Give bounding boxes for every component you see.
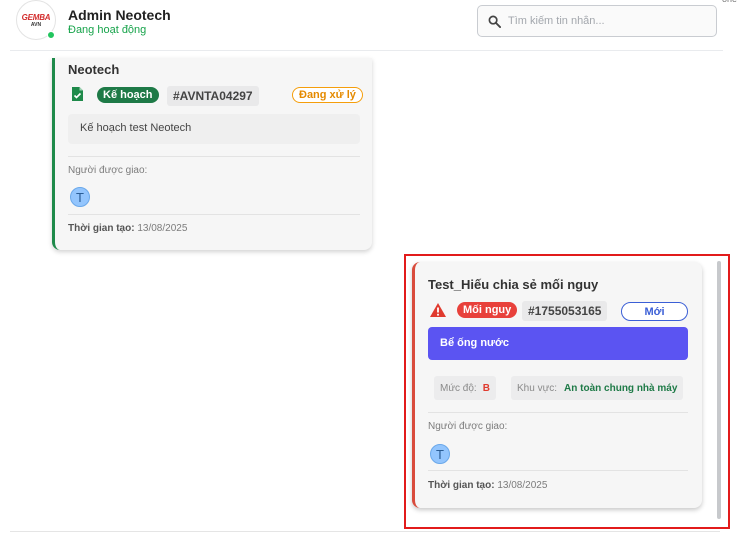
assignee-avatar[interactable]: T: [70, 187, 90, 207]
assignee-label: Người được giao:: [68, 165, 148, 176]
document-check-icon: [72, 87, 83, 101]
created-label: Thời gian tạo:: [428, 480, 495, 491]
scrollbar[interactable]: [717, 261, 721, 519]
search-input[interactable]: [508, 15, 698, 27]
task-id: #1755053165: [522, 301, 608, 321]
divider: [428, 470, 688, 471]
created-date: 13/08/2025: [497, 480, 548, 491]
contact-name: Admin Neotech: [68, 7, 171, 23]
severity-chip: Mức độ: B: [434, 376, 496, 400]
area-value: An toàn chung nhà máy: [564, 382, 678, 394]
divider: [428, 412, 688, 413]
header-divider: [10, 50, 723, 51]
edge-overflow-text: one: [722, 0, 737, 4]
card-title: Neotech: [68, 62, 120, 77]
logo-subtext: AVN: [30, 21, 42, 28]
type-badge: Kế hoạch: [97, 87, 159, 103]
contact-status: Đang hoạt động: [68, 24, 147, 36]
created-time: Thời gian tạo: 13/08/2025: [68, 223, 187, 234]
divider: [68, 214, 360, 215]
hazard-message-card[interactable]: Test_Hiếu chia sẻ mối nguy Mối nguy #175…: [412, 262, 702, 508]
assignee-avatar[interactable]: T: [430, 444, 450, 464]
severity-value: B: [482, 382, 490, 394]
plan-message-card[interactable]: Neotech Kế hoạch #AVNTA04297 Đang xử lý …: [52, 58, 372, 250]
search-box[interactable]: [477, 5, 717, 37]
task-description: Kế hoạch test Neotech: [68, 114, 360, 144]
search-icon: [488, 15, 501, 28]
chat-header: GEMBA AVN Admin Neotech Đang hoạt động o…: [0, 0, 741, 50]
assignee-label: Người được giao:: [428, 421, 508, 432]
task-id: #AVNTA04297: [167, 86, 259, 106]
task-description: Bể ống nước: [428, 327, 688, 360]
area-label: Khu vực:: [517, 382, 558, 394]
type-badge: Mối nguy: [457, 302, 518, 318]
area-chip: Khu vực: An toàn chung nhà máy: [511, 376, 684, 400]
created-label: Thời gian tạo:: [68, 223, 135, 234]
severity-label: Mức độ:: [440, 382, 477, 394]
bottom-divider: [10, 531, 720, 532]
warning-triangle-icon: [430, 303, 446, 317]
logo-text: GEMBA: [21, 12, 51, 22]
online-status-indicator: [47, 31, 55, 39]
created-date: 13/08/2025: [137, 223, 188, 234]
divider: [68, 156, 360, 157]
created-time: Thời gian tạo: 13/08/2025: [428, 480, 547, 491]
status-badge: Đang xử lý: [292, 87, 363, 103]
card-title: Test_Hiếu chia sẻ mối nguy: [428, 277, 599, 292]
status-badge: Mới: [621, 302, 688, 321]
